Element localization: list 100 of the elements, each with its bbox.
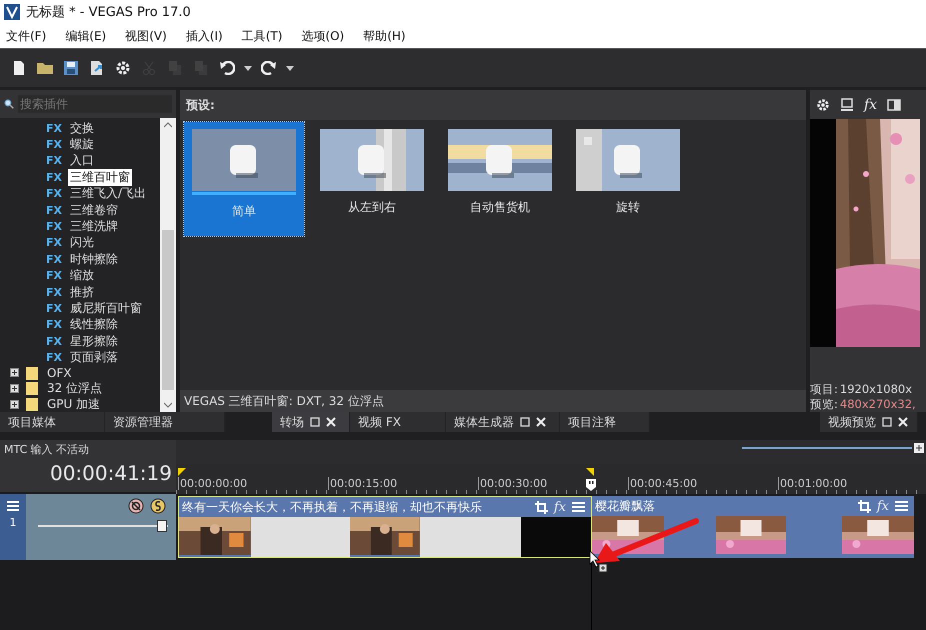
maximize-icon[interactable] <box>520 417 530 427</box>
scroll-up-icon[interactable] <box>164 122 172 128</box>
scrollbar[interactable] <box>160 118 176 412</box>
menu-item[interactable]: 文件(F) <box>6 28 46 44</box>
tree-item[interactable]: 时钟擦除 <box>68 250 120 268</box>
preset-label: 自动售货机 <box>470 199 530 216</box>
close-icon[interactable] <box>326 417 336 427</box>
fx-button[interactable]: fx <box>554 500 566 514</box>
preset-tile[interactable]: 简单 <box>184 122 304 236</box>
tree-item[interactable]: 威尼斯百叶窗 <box>68 300 144 317</box>
fx-label: FX <box>46 170 62 184</box>
menu-item[interactable]: 插入(I) <box>186 28 223 44</box>
search-field[interactable]: 搜索插件 <box>18 95 172 113</box>
monitor-icon[interactable] <box>840 98 854 112</box>
tree-item[interactable]: 三维百叶窗 <box>68 168 132 186</box>
maximize-icon[interactable] <box>882 417 892 427</box>
preset-tile[interactable]: 旋转 <box>568 122 688 236</box>
clip-title: 樱花瓣飘落 <box>595 498 656 514</box>
level-slider[interactable] <box>38 520 168 532</box>
mtc-status: MTC 输入 不活动 <box>4 442 90 457</box>
zoom-line[interactable] <box>742 442 926 454</box>
tree-item[interactable]: 缩放 <box>68 267 96 284</box>
slider-thumb[interactable] <box>156 520 166 532</box>
info-label: 项目: <box>810 382 838 397</box>
tree-item[interactable]: 线性擦除 <box>68 316 120 334</box>
dock-tab[interactable]: 视频预览 <box>820 412 918 432</box>
clip-title: 终有一天你会长大，不再执着，不再退缩，却也不再快乐 <box>182 498 483 516</box>
tree-item[interactable]: 螺旋 <box>68 136 96 154</box>
fx-label: FX <box>46 318 62 332</box>
preset-label: 从左到右 <box>348 199 396 216</box>
ruler-label: 00:00:00:00 <box>178 477 248 490</box>
search-icon <box>4 97 14 111</box>
close-icon[interactable] <box>536 417 546 427</box>
scroll-thumb[interactable] <box>162 230 174 390</box>
menu-icon[interactable] <box>6 500 20 512</box>
dock-tab[interactable]: 项目注释 <box>560 412 650 432</box>
folder-icon <box>25 366 39 380</box>
menu-item[interactable]: 帮助(H) <box>363 28 406 44</box>
playhead[interactable] <box>585 478 597 492</box>
preset-label: 简单 <box>232 203 256 220</box>
tree-item[interactable]: 三维飞入/飞出 <box>68 185 148 202</box>
dock-tab[interactable]: 视频 FX <box>350 412 446 432</box>
maximize-icon[interactable] <box>310 417 320 427</box>
info-label: 预览: <box>810 397 838 412</box>
tree-item[interactable]: 闪光 <box>68 234 96 252</box>
loop-end-marker[interactable] <box>586 468 594 476</box>
time-ruler[interactable]: 00:00:00:00 00:00:15:00 00:00:30:00 00:00:45:00 00:01:00:00 <box>176 476 926 494</box>
crop-icon[interactable] <box>858 500 871 512</box>
expand-icon[interactable] <box>10 384 19 393</box>
fx-label: FX <box>46 204 62 217</box>
menu-icon[interactable] <box>572 501 585 513</box>
menu-icon[interactable] <box>895 500 908 512</box>
fx-label: FX <box>46 302 62 315</box>
dock-tab[interactable]: 资源管理器 <box>105 412 225 432</box>
video-clip[interactable]: 终有一天你会长大，不再执着，不再退缩，却也不再快乐 fx <box>178 496 592 558</box>
tree-item[interactable]: 推挤 <box>68 284 96 301</box>
fx-label: FX <box>46 286 62 299</box>
tree-item[interactable]: GPU 加速 <box>45 396 102 413</box>
expand-icon[interactable] <box>10 368 19 378</box>
video-clip[interactable]: 樱花瓣飘落 fx <box>592 496 914 558</box>
scroll-down-icon[interactable] <box>164 402 172 408</box>
preset-tile[interactable]: 自动售货机 <box>440 122 560 236</box>
menu-item[interactable]: 视图(V) <box>125 28 167 44</box>
fx-label: FX <box>46 351 62 364</box>
fx-button[interactable]: fx <box>864 96 878 113</box>
settings-icon[interactable] <box>816 98 830 112</box>
menu-item[interactable]: 编辑(E) <box>65 28 106 44</box>
preset-label: 旋转 <box>616 199 640 216</box>
tree-item[interactable]: 入口 <box>68 152 96 170</box>
tree-item[interactable]: 星形擦除 <box>68 332 120 350</box>
tree-item[interactable]: 三维洗牌 <box>68 218 120 236</box>
fx-label: FX <box>46 269 62 282</box>
split-view-icon[interactable] <box>887 98 902 111</box>
fx-label: FX <box>46 138 62 152</box>
menu-item[interactable]: 选项(O) <box>301 28 344 44</box>
dock-tab[interactable]: 媒体生成器 <box>446 412 560 432</box>
solo-icon[interactable] <box>150 498 166 514</box>
tree-item[interactable]: 交换 <box>68 120 96 137</box>
preset-tile[interactable]: 从左到右 <box>312 122 432 236</box>
track-number: 1 <box>10 516 16 529</box>
mute-icon[interactable] <box>128 498 144 514</box>
folder-icon <box>25 397 39 412</box>
fx-button[interactable]: fx <box>876 498 889 514</box>
close-icon[interactable] <box>898 417 908 427</box>
dock-tab[interactable]: 转场 <box>272 412 350 432</box>
ruler-label: 00:00:45:00 <box>628 477 698 490</box>
tree-item[interactable]: 页面剥落 <box>68 349 120 366</box>
fx-label: FX <box>46 154 62 168</box>
fx-label: FX <box>46 334 62 348</box>
menu-item[interactable]: 工具(T) <box>242 28 282 44</box>
timecode: 00:00:41:19 <box>50 461 172 485</box>
crop-icon[interactable] <box>534 500 548 514</box>
expand-icon[interactable] <box>10 400 19 409</box>
tree-item[interactable]: 32 位浮点 <box>45 380 104 397</box>
ruler-label: 00:00:30:00 <box>478 477 548 490</box>
tree-item[interactable]: OFX <box>45 366 74 380</box>
tree-item[interactable]: 三维卷帘 <box>68 202 120 219</box>
dock-tab[interactable]: 项目媒体 <box>0 412 105 432</box>
fx-label: FX <box>46 122 62 135</box>
info-value: 480x270x32, <box>840 397 916 412</box>
